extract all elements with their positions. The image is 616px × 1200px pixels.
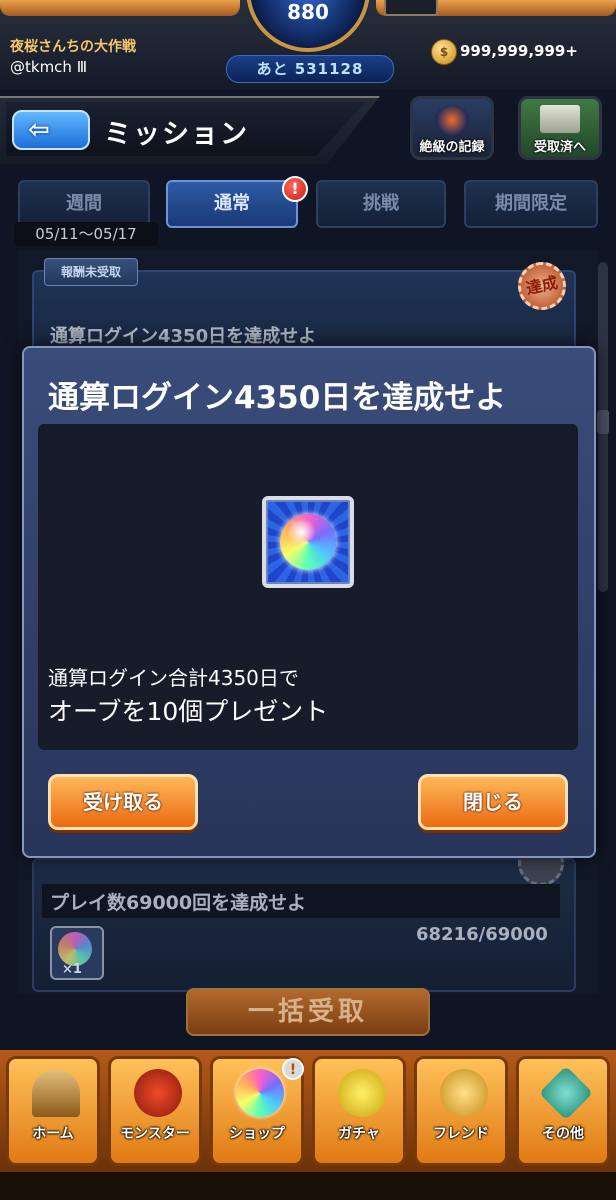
friends-icon — [440, 1069, 488, 1117]
orb-icon — [58, 932, 92, 966]
nav-label: フレンド — [433, 1126, 489, 1142]
orb-icon — [236, 1069, 284, 1117]
nav-other-button[interactable]: その他 — [516, 1056, 610, 1166]
close-button[interactable]: 閉じる — [418, 774, 568, 830]
nav-friend-button[interactable]: フレンド — [414, 1056, 508, 1166]
egg-icon — [338, 1069, 386, 1117]
records-button[interactable]: 絶級の記録 — [410, 96, 494, 160]
coin-icon: $ — [431, 39, 457, 65]
nav-label: その他 — [542, 1126, 584, 1142]
scroll-thumb[interactable] — [597, 410, 609, 434]
coin-amount: 999,999,999+ — [460, 42, 578, 60]
records-icon — [435, 105, 469, 135]
rank-value: 880 — [287, 0, 329, 24]
mission-progress: 68216/69000 — [416, 924, 548, 945]
nav-monster-button[interactable]: モンスター — [108, 1056, 202, 1166]
dialog-title: 通算ログイン4350日を達成せよ — [48, 380, 507, 416]
date-range: 05/11〜05/17 — [14, 222, 158, 246]
mission-title: プレイ数69000回を達成せよ — [50, 892, 307, 914]
tab-alert-badge: ! — [282, 176, 308, 202]
shop-alert-badge: ! — [282, 1058, 304, 1080]
monster-icon — [134, 1069, 182, 1117]
tab-limited[interactable]: 期間限定 — [464, 180, 598, 228]
back-arrow-icon: ⇦ — [28, 115, 50, 145]
header-ornament-left — [0, 0, 240, 16]
nav-label: ホーム — [32, 1126, 74, 1142]
dialog-reward-text: オーブを10個プレゼント — [48, 697, 329, 726]
nav-gacha-button[interactable]: ガチャ — [312, 1056, 406, 1166]
home-icon — [32, 1069, 80, 1117]
nav-label: モンスター — [120, 1126, 190, 1142]
claim-all-button[interactable]: 一括受取 — [186, 988, 430, 1036]
received-button[interactable]: 受取済へ — [518, 96, 602, 160]
nav-label: ショップ — [229, 1126, 285, 1142]
nav-label: ガチャ — [338, 1126, 380, 1142]
tab-challenge[interactable]: 挑戦 — [316, 180, 446, 228]
receive-button[interactable]: 受け取る — [48, 774, 198, 830]
back-button[interactable] — [12, 110, 90, 150]
book-icon — [540, 105, 580, 133]
mission-title: 通算ログイン4350日を達成せよ — [50, 326, 317, 347]
unclaimed-tag: 報酬未受取 — [44, 258, 138, 286]
reward-count: ×1 — [62, 962, 82, 977]
top-menu-button[interactable] — [384, 0, 438, 16]
received-label: 受取済へ — [533, 140, 586, 155]
tab-weekly[interactable]: 週間 — [18, 180, 150, 228]
dialog-description: 通算ログイン合計4350日で — [48, 666, 299, 690]
other-icon — [538, 1065, 594, 1121]
player-title: 夜桜さんちの大作戦 — [10, 39, 136, 55]
player-id: @tkmch Ⅲ — [10, 58, 88, 76]
exp-remaining: あと 531128 — [226, 55, 394, 83]
nav-home-button[interactable]: ホーム — [6, 1056, 100, 1166]
tab-normal[interactable]: 通常 — [166, 180, 298, 228]
page-title: ミッション — [104, 119, 249, 150]
bottom-strip — [0, 1172, 616, 1200]
orb-icon — [280, 514, 336, 570]
records-label: 絶級の記録 — [419, 140, 485, 155]
